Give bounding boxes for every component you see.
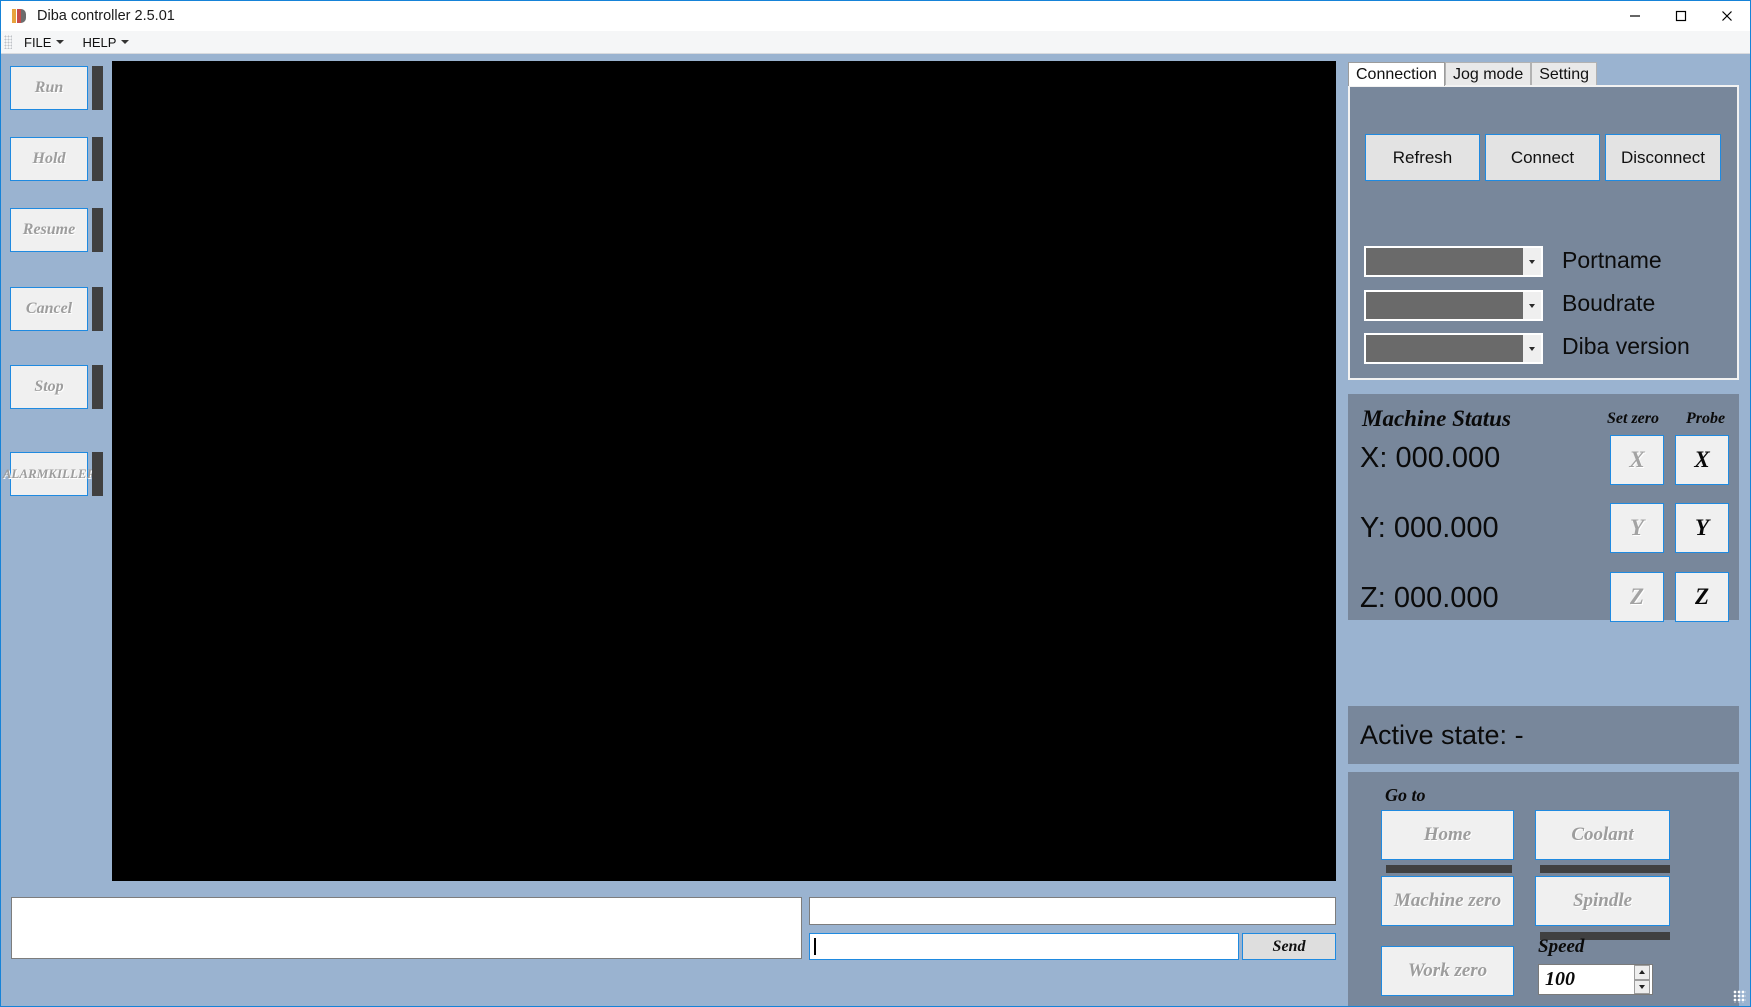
- coolant-button[interactable]: Coolant: [1535, 810, 1670, 860]
- menu-item-file-label: FILE: [24, 34, 52, 50]
- chevron-down-icon: [121, 40, 130, 44]
- control-row-run: Run: [10, 66, 110, 110]
- speed-spinner: [1634, 965, 1650, 994]
- active-state-text: Active state: -: [1360, 719, 1524, 750]
- refresh-button[interactable]: Refresh: [1365, 134, 1480, 181]
- maximize-icon[interactable]: [1658, 1, 1704, 31]
- stop-button[interactable]: Stop: [10, 365, 88, 409]
- z-axis-readout: Z: 000.000: [1360, 582, 1499, 614]
- main-body: Run Hold Resume Cancel Stop ALARM KILLER…: [1, 54, 1750, 1006]
- probe-column-header: Probe: [1686, 410, 1726, 427]
- control-row-resume: Resume: [10, 208, 110, 252]
- window-title: Diba controller 2.5.01: [37, 8, 175, 24]
- goto-home-button[interactable]: Home: [1381, 810, 1514, 860]
- diba-version-select-value: [1366, 335, 1523, 362]
- text-caret: [814, 938, 816, 955]
- speed-value: 100: [1545, 968, 1575, 990]
- hold-button[interactable]: Hold: [10, 137, 88, 181]
- portname-label: Portname: [1562, 247, 1662, 273]
- x-axis-readout: X: 000.000: [1360, 442, 1501, 474]
- spinner-up-icon[interactable]: [1634, 965, 1650, 980]
- cancel-button[interactable]: Cancel: [10, 287, 88, 331]
- set-zero-x-button[interactable]: X: [1610, 435, 1664, 485]
- control-row-stop: Stop: [10, 365, 110, 409]
- resume-button[interactable]: Resume: [10, 208, 88, 252]
- machine-status-panel: Machine Status Set zero Probe X: 000.000…: [1348, 394, 1739, 622]
- title-bar: Diba controller 2.5.01: [1, 1, 1750, 31]
- speed-stepper[interactable]: 100: [1538, 964, 1653, 995]
- window-controls: [1612, 1, 1750, 31]
- chevron-down-icon: [1523, 335, 1541, 362]
- alarm-killer-label-line2: KILLER: [48, 466, 96, 482]
- chevron-down-icon: [1523, 292, 1541, 319]
- probe-z-button[interactable]: Z: [1675, 572, 1729, 622]
- console-log-textarea[interactable]: [11, 897, 802, 959]
- control-row-cancel: Cancel: [10, 287, 110, 331]
- menu-item-file[interactable]: FILE: [18, 34, 70, 51]
- set-zero-y-button[interactable]: Y: [1610, 503, 1664, 553]
- diba-version-label: Diba version: [1562, 333, 1690, 359]
- menu-grip-icon[interactable]: [4, 35, 12, 49]
- stop-indicator-bar: [92, 365, 103, 409]
- tab-setting[interactable]: Setting: [1531, 62, 1598, 86]
- cancel-indicator-bar: [92, 287, 103, 331]
- goto-title: Go to: [1385, 785, 1426, 805]
- alarm-killer-indicator-bar: [92, 452, 103, 496]
- minimize-icon[interactable]: [1612, 1, 1658, 31]
- alarm-killer-button[interactable]: ALARM KILLER: [3, 452, 95, 496]
- send-button[interactable]: Send: [1242, 933, 1336, 960]
- tab-connection[interactable]: Connection: [1348, 62, 1445, 86]
- console-status-field[interactable]: [809, 897, 1336, 925]
- home-indicator-bar: [1386, 865, 1512, 873]
- set-zero-z-button[interactable]: Z: [1610, 572, 1664, 622]
- probe-x-button[interactable]: X: [1675, 435, 1729, 485]
- machine-control-column: Run Hold Resume Cancel Stop ALARM KILLER: [3, 66, 110, 506]
- alarm-killer-label-line1: ALARM: [2, 466, 49, 482]
- chevron-down-icon: [56, 40, 65, 44]
- menu-item-help[interactable]: HELP: [76, 34, 135, 51]
- boudrate-select[interactable]: [1364, 290, 1543, 321]
- run-indicator-bar: [92, 66, 103, 110]
- set-zero-column-header: Set zero: [1607, 410, 1659, 427]
- menu-item-help-label: HELP: [82, 34, 117, 50]
- tab-jog-mode[interactable]: Jog mode: [1444, 62, 1532, 86]
- coolant-indicator-bar: [1540, 865, 1670, 873]
- hold-indicator-bar: [92, 137, 103, 181]
- disconnect-button[interactable]: Disconnect: [1605, 134, 1721, 181]
- menu-bar: FILE HELP: [1, 31, 1750, 54]
- connect-button[interactable]: Connect: [1485, 134, 1600, 181]
- machine-status-title: Machine Status: [1362, 406, 1511, 431]
- probe-y-button[interactable]: Y: [1675, 503, 1729, 553]
- control-row-alarm-killer: ALARM KILLER: [3, 452, 110, 496]
- application-window: Diba controller 2.5.01 FILE HELP Run Hol…: [0, 0, 1751, 1007]
- command-input[interactable]: [809, 933, 1239, 960]
- connection-panel: Refresh Connect Disconnect Portname Boud…: [1348, 85, 1739, 380]
- diba-version-select[interactable]: [1364, 333, 1543, 364]
- gcode-viewport[interactable]: [112, 61, 1336, 881]
- portname-select-value: [1366, 248, 1523, 275]
- right-panel: Connection Jog mode Setting Refresh Conn…: [1345, 54, 1750, 1006]
- chevron-down-icon: [1523, 248, 1541, 275]
- speed-label: Speed: [1538, 936, 1585, 957]
- app-bars-icon: [11, 8, 27, 24]
- active-state-panel: Active state: -: [1348, 706, 1739, 764]
- portname-select[interactable]: [1364, 246, 1543, 277]
- resize-grip-icon[interactable]: [1733, 990, 1746, 1003]
- y-axis-readout: Y: 000.000: [1360, 512, 1499, 544]
- spindle-button[interactable]: Spindle: [1535, 876, 1670, 926]
- run-button[interactable]: Run: [10, 66, 88, 110]
- boudrate-select-value: [1366, 292, 1523, 319]
- boudrate-label: Boudrate: [1562, 290, 1656, 316]
- resume-indicator-bar: [92, 208, 103, 252]
- goto-work-zero-button[interactable]: Work zero: [1381, 946, 1514, 996]
- tab-strip: Connection Jog mode Setting: [1348, 62, 1598, 86]
- close-icon[interactable]: [1704, 1, 1750, 31]
- goto-machine-zero-button[interactable]: Machine zero: [1381, 876, 1514, 926]
- goto-panel: Go to Home Machine zero Work zero Coolan…: [1348, 772, 1739, 1006]
- control-row-hold: Hold: [10, 137, 110, 181]
- spinner-down-icon[interactable]: [1634, 979, 1650, 994]
